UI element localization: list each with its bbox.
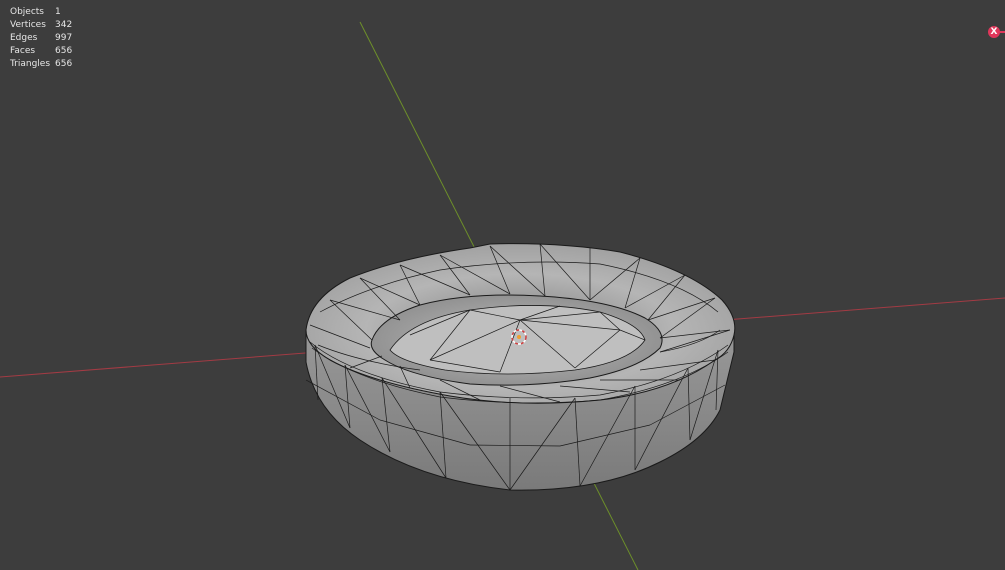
navigation-gizmo-x-axis-icon[interactable]: X (988, 26, 1005, 38)
bowl-mesh[interactable] (305, 243, 736, 491)
stat-value: 656 (55, 59, 73, 69)
3d-viewport[interactable] (0, 0, 1005, 570)
stat-row-vertices: Vertices 342 (10, 19, 72, 32)
stat-label: Edges (10, 33, 38, 43)
stat-value: 656 (55, 46, 73, 56)
stat-row-objects: Objects 1 (10, 6, 72, 19)
viewport-statistics: Objects 1 Vertices 342 Edges 997 Faces 6… (10, 6, 72, 71)
stat-label: Vertices (10, 20, 46, 30)
stat-row-triangles: Triangles 656 (10, 58, 72, 71)
stat-label: Triangles (10, 59, 51, 69)
stat-label: Objects (10, 7, 45, 17)
stat-value: 997 (55, 33, 73, 43)
stat-value: 342 (55, 20, 73, 30)
stat-label: Faces (10, 46, 36, 56)
stat-value: 1 (55, 7, 61, 17)
stat-row-edges: Edges 997 (10, 32, 72, 45)
stat-row-faces: Faces 656 (10, 45, 72, 58)
